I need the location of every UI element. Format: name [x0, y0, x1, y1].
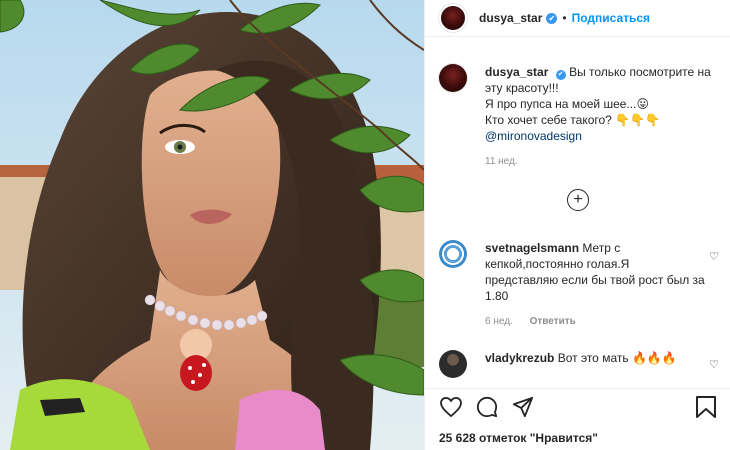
post-photo-illustration [0, 0, 424, 450]
caption-author-username[interactable]: dusya_star [485, 65, 548, 79]
comment-time[interactable]: 6 нед. [485, 316, 513, 327]
comment-author-avatar[interactable] [439, 350, 467, 378]
caption-line-2: Я про пупса на моей шее... [485, 97, 637, 111]
comment-author-username[interactable]: svetnagelsmann [485, 241, 579, 255]
likes-number: 25 628 [439, 431, 476, 445]
follow-button[interactable]: Подписаться [572, 11, 650, 25]
likes-label: отметок "Нравится" [479, 431, 598, 445]
comment-item: svetnagelsmann Метр с кепкой,постоянно г… [439, 240, 705, 330]
caption-time[interactable]: 11 нед. [485, 156, 518, 167]
caption-verified-badge-icon: ✔ [555, 70, 566, 80]
pointing-down-emoji-icon: 👇👇👇 [615, 113, 661, 127]
comment-author-username[interactable]: vladykrezub [485, 351, 554, 365]
fire-emoji-icon: 🔥🔥🔥 [631, 351, 677, 365]
caption-author-avatar[interactable] [439, 64, 467, 92]
caption-line-3: Кто хочет себе такого? [485, 113, 612, 127]
comment-text: vladykrezub Вот это мать 🔥🔥🔥 [485, 350, 705, 378]
tongue-emoji-icon: 😛 [636, 97, 649, 111]
author-avatar[interactable] [439, 4, 467, 32]
separator-dot: • [562, 11, 567, 25]
author-username[interactable]: dusya_star [479, 11, 542, 25]
post-side-panel: dusya_star ✔ • Подписаться dusya_star ✔ … [424, 0, 730, 450]
comment-text: svetnagelsmann Метр с кепкой,постоянно г… [485, 240, 705, 330]
caption-mention-link[interactable]: @mironovadesign [485, 129, 582, 143]
verified-badge-icon: ✔ [546, 12, 558, 24]
comment-author-avatar[interactable] [439, 240, 467, 268]
reply-button[interactable]: Ответить [530, 316, 576, 327]
comment-like-heart-icon[interactable]: ♡ [709, 250, 719, 263]
comments-scroll-area[interactable]: dusya_star ✔ Вы только посмотрите на эту… [425, 38, 730, 388]
caption-text: dusya_star ✔ Вы только посмотрите на эту… [485, 64, 725, 170]
share-icon[interactable] [511, 395, 535, 419]
comment-like-heart-icon[interactable]: ♡ [709, 358, 719, 371]
likes-count[interactable]: 25 628 отметок "Нравится" [439, 431, 598, 445]
heart-icon[interactable] [439, 395, 463, 419]
post-header: dusya_star ✔ • Подписаться [425, 0, 730, 37]
caption-meta: 11 нед. [485, 154, 725, 170]
comment-icon[interactable] [475, 395, 499, 419]
comment-meta: 6 нед. Ответить [485, 314, 705, 330]
comment-item: vladykrezub Вот это мать 🔥🔥🔥 [439, 350, 705, 378]
comment-body: Вот это мать [557, 351, 629, 365]
post-actions-bar [425, 388, 730, 424]
plus-circle-icon[interactable]: + [567, 189, 589, 211]
caption-block: dusya_star ✔ Вы только посмотрите на эту… [439, 64, 725, 170]
post-photo[interactable] [0, 0, 424, 450]
bookmark-icon[interactable] [695, 395, 719, 419]
